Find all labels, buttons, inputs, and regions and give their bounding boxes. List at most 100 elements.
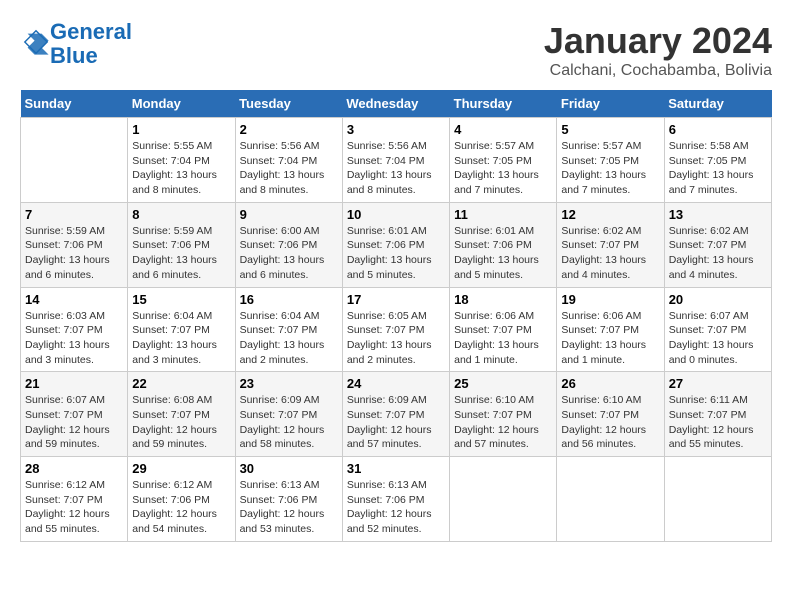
- day-info: Sunrise: 5:59 AMSunset: 7:06 PMDaylight:…: [132, 224, 230, 283]
- day-info: Sunrise: 6:10 AMSunset: 7:07 PMDaylight:…: [561, 393, 659, 452]
- calendar-cell: 14Sunrise: 6:03 AMSunset: 7:07 PMDayligh…: [21, 287, 128, 372]
- calendar-cell: 27Sunrise: 6:11 AMSunset: 7:07 PMDayligh…: [664, 372, 771, 457]
- calendar-cell: 19 Sunrise: 6:06 AMSunset: 7:07 PMDayligh…: [557, 287, 664, 372]
- calendar-cell: 13Sunrise: 6:02 AMSunset: 7:07 PMDayligh…: [664, 202, 771, 287]
- calendar-header: Sunday Monday Tuesday Wednesday Thursday…: [21, 90, 772, 118]
- day-number: 3: [347, 122, 445, 137]
- calendar-cell: 26 Sunrise: 6:10 AMSunset: 7:07 PMDayligh…: [557, 372, 664, 457]
- day-info: Sunrise: 5:55 AMSunset: 7:04 PMDaylight:…: [132, 139, 230, 198]
- day-info: Sunrise: 6:13 AMSunset: 7:06 PMDaylight:…: [240, 478, 338, 537]
- calendar-cell: 24Sunrise: 6:09 AMSunset: 7:07 PMDayligh…: [342, 372, 449, 457]
- calendar-cell: 30 Sunrise: 6:13 AMSunset: 7:06 PMDayligh…: [235, 457, 342, 542]
- day-number: 2: [240, 122, 338, 137]
- day-number: 30: [240, 461, 338, 476]
- day-number: 28: [25, 461, 123, 476]
- location: Calchani, Cochabamba, Bolivia: [544, 62, 772, 80]
- col-sunday: Sunday: [21, 90, 128, 118]
- day-info: Sunrise: 6:13 AMSunset: 7:06 PMDaylight:…: [347, 478, 445, 537]
- logo-text: General Blue: [50, 20, 132, 68]
- day-number: 13: [669, 207, 767, 222]
- calendar-week-row: 7 Sunrise: 5:59 AMSunset: 7:06 PMDaylight…: [21, 202, 772, 287]
- day-number: 4: [454, 122, 552, 137]
- day-number: 5: [561, 122, 659, 137]
- day-number: 23: [240, 376, 338, 391]
- calendar-cell: 21Sunrise: 6:07 AMSunset: 7:07 PMDayligh…: [21, 372, 128, 457]
- day-number: 25: [454, 376, 552, 391]
- day-number: 15: [132, 292, 230, 307]
- day-number: 10: [347, 207, 445, 222]
- day-number: 19: [561, 292, 659, 307]
- calendar-week-row: 28 Sunrise: 6:12 AMSunset: 7:07 PMDayligh…: [21, 457, 772, 542]
- day-number: 9: [240, 207, 338, 222]
- logo: General Blue: [20, 20, 132, 68]
- calendar-table: Sunday Monday Tuesday Wednesday Thursday…: [20, 90, 772, 542]
- calendar-cell: 15Sunrise: 6:04 AMSunset: 7:07 PMDayligh…: [128, 287, 235, 372]
- logo-line2: Blue: [50, 43, 98, 68]
- calendar-cell: 16 Sunrise: 6:04 AMSunset: 7:07 PMDayligh…: [235, 287, 342, 372]
- day-info: Sunrise: 5:56 AMSunset: 7:04 PMDaylight:…: [240, 139, 338, 198]
- day-number: 31: [347, 461, 445, 476]
- calendar-cell: 31 Sunrise: 6:13 AMSunset: 7:06 PMDayligh…: [342, 457, 449, 542]
- col-wednesday: Wednesday: [342, 90, 449, 118]
- calendar-cell: 22Sunrise: 6:08 AMSunset: 7:07 PMDayligh…: [128, 372, 235, 457]
- day-info: Sunrise: 6:05 AMSunset: 7:07 PMDaylight:…: [347, 309, 445, 368]
- calendar-week-row: 14Sunrise: 6:03 AMSunset: 7:07 PMDayligh…: [21, 287, 772, 372]
- calendar-cell: 6Sunrise: 5:58 AMSunset: 7:05 PMDaylight…: [664, 118, 771, 203]
- col-thursday: Thursday: [450, 90, 557, 118]
- calendar-body: 1 Sunrise: 5:55 AMSunset: 7:04 PMDaylight…: [21, 118, 772, 542]
- calendar-cell: [450, 457, 557, 542]
- day-info: Sunrise: 6:00 AMSunset: 7:06 PMDaylight:…: [240, 224, 338, 283]
- day-number: 22: [132, 376, 230, 391]
- day-info: Sunrise: 6:10 AMSunset: 7:07 PMDaylight:…: [454, 393, 552, 452]
- title-block: January 2024 Calchani, Cochabamba, Boliv…: [544, 20, 772, 80]
- calendar-week-row: 1 Sunrise: 5:55 AMSunset: 7:04 PMDaylight…: [21, 118, 772, 203]
- calendar-cell: 10 Sunrise: 6:01 AMSunset: 7:06 PMDayligh…: [342, 202, 449, 287]
- calendar-cell: 29Sunrise: 6:12 AMSunset: 7:06 PMDayligh…: [128, 457, 235, 542]
- day-info: Sunrise: 6:06 AMSunset: 7:07 PMDaylight:…: [561, 309, 659, 368]
- day-number: 11: [454, 207, 552, 222]
- day-info: Sunrise: 5:59 AMSunset: 7:06 PMDaylight:…: [25, 224, 123, 283]
- day-number: 24: [347, 376, 445, 391]
- header-row: Sunday Monday Tuesday Wednesday Thursday…: [21, 90, 772, 118]
- day-info: Sunrise: 6:01 AMSunset: 7:06 PMDaylight:…: [347, 224, 445, 283]
- calendar-cell: 1 Sunrise: 5:55 AMSunset: 7:04 PMDaylight…: [128, 118, 235, 203]
- day-info: Sunrise: 6:02 AMSunset: 7:07 PMDaylight:…: [561, 224, 659, 283]
- calendar-cell: 25 Sunrise: 6:10 AMSunset: 7:07 PMDayligh…: [450, 372, 557, 457]
- day-number: 8: [132, 207, 230, 222]
- calendar-cell: 9 Sunrise: 6:00 AMSunset: 7:06 PMDaylight…: [235, 202, 342, 287]
- calendar-cell: 3 Sunrise: 5:56 AMSunset: 7:04 PMDaylight…: [342, 118, 449, 203]
- day-number: 27: [669, 376, 767, 391]
- calendar-cell: 20 Sunrise: 6:07 AMSunset: 7:07 PMDayligh…: [664, 287, 771, 372]
- day-number: 29: [132, 461, 230, 476]
- col-tuesday: Tuesday: [235, 90, 342, 118]
- day-info: Sunrise: 6:07 AMSunset: 7:07 PMDaylight:…: [669, 309, 767, 368]
- day-number: 7: [25, 207, 123, 222]
- calendar-cell: 8 Sunrise: 5:59 AMSunset: 7:06 PMDaylight…: [128, 202, 235, 287]
- day-number: 21: [25, 376, 123, 391]
- day-number: 20: [669, 292, 767, 307]
- day-number: 16: [240, 292, 338, 307]
- day-number: 17: [347, 292, 445, 307]
- day-info: Sunrise: 6:01 AMSunset: 7:06 PMDaylight:…: [454, 224, 552, 283]
- col-friday: Friday: [557, 90, 664, 118]
- day-info: Sunrise: 6:04 AMSunset: 7:07 PMDaylight:…: [240, 309, 338, 368]
- day-number: 26: [561, 376, 659, 391]
- calendar-cell: 2 Sunrise: 5:56 AMSunset: 7:04 PMDaylight…: [235, 118, 342, 203]
- day-number: 14: [25, 292, 123, 307]
- page-header: General Blue January 2024 Calchani, Coch…: [20, 20, 772, 80]
- calendar-cell: 5 Sunrise: 5:57 AMSunset: 7:05 PMDaylight…: [557, 118, 664, 203]
- day-info: Sunrise: 5:56 AMSunset: 7:04 PMDaylight:…: [347, 139, 445, 198]
- calendar-cell: 7 Sunrise: 5:59 AMSunset: 7:06 PMDaylight…: [21, 202, 128, 287]
- day-number: 18: [454, 292, 552, 307]
- calendar-cell: [557, 457, 664, 542]
- day-info: Sunrise: 5:57 AMSunset: 7:05 PMDaylight:…: [454, 139, 552, 198]
- day-info: Sunrise: 6:12 AMSunset: 7:07 PMDaylight:…: [25, 478, 123, 537]
- calendar-cell: 18 Sunrise: 6:06 AMSunset: 7:07 PMDayligh…: [450, 287, 557, 372]
- calendar-week-row: 21Sunrise: 6:07 AMSunset: 7:07 PMDayligh…: [21, 372, 772, 457]
- calendar-cell: 17 Sunrise: 6:05 AMSunset: 7:07 PMDayligh…: [342, 287, 449, 372]
- calendar-cell: [21, 118, 128, 203]
- day-info: Sunrise: 6:06 AMSunset: 7:07 PMDaylight:…: [454, 309, 552, 368]
- day-number: 1: [132, 122, 230, 137]
- day-info: Sunrise: 5:57 AMSunset: 7:05 PMDaylight:…: [561, 139, 659, 198]
- logo-line1: General: [50, 19, 132, 44]
